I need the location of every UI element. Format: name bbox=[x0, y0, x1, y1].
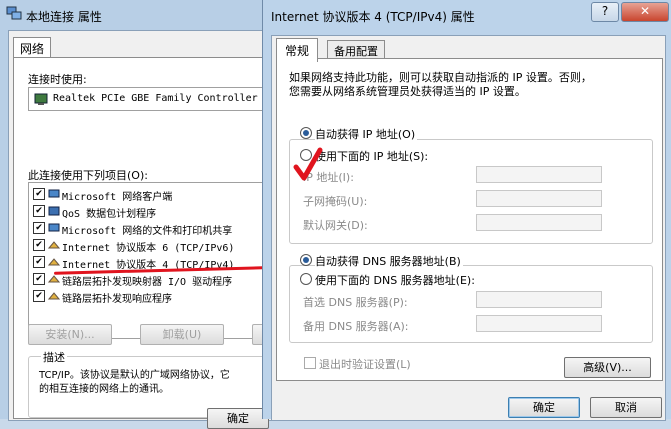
adapter-name: Realtek PCIe GBE Family Controller bbox=[53, 93, 258, 104]
cancel-button[interactable]: 取消 bbox=[590, 397, 662, 418]
network-tab-panel: 连接时使用: Realtek PCIe GBE Family Controlle… bbox=[13, 57, 284, 419]
item-checkbox[interactable]: ✔ bbox=[33, 273, 45, 285]
protocol-icon bbox=[47, 239, 61, 254]
components-list[interactable]: ✔ Microsoft 网络客户端 ✔ QoS 数据包计划程序 ✔ Micros… bbox=[28, 182, 272, 339]
item-label: Microsoft 网络的文件和打印机共享 bbox=[62, 226, 233, 237]
close-button[interactable]: ✕ bbox=[621, 2, 669, 22]
uninstall-button[interactable]: 卸载(U) bbox=[140, 324, 224, 345]
item-checkbox[interactable]: ✔ bbox=[33, 256, 45, 268]
preferred-dns-field[interactable] bbox=[476, 291, 602, 308]
description-text-line2: 的相互连接的网络上的通讯。 bbox=[39, 384, 169, 395]
subnet-mask-label: 子网掩码(U): bbox=[303, 195, 368, 208]
validate-label: 退出时验证设置(L) bbox=[319, 358, 411, 371]
network-connection-icon bbox=[6, 6, 22, 20]
help-button[interactable]: ? bbox=[591, 2, 619, 22]
alternate-dns-field[interactable] bbox=[476, 315, 602, 332]
auto-ip-radio[interactable] bbox=[300, 127, 312, 139]
default-gateway-field[interactable] bbox=[476, 214, 602, 231]
item-checkbox[interactable]: ✔ bbox=[33, 188, 45, 200]
ok-button[interactable]: 确定 bbox=[508, 397, 580, 418]
manual-dns-label[interactable]: 使用下面的 DNS 服务器地址(E): bbox=[315, 272, 477, 288]
auto-dns-radio[interactable] bbox=[300, 254, 312, 266]
protocol-icon bbox=[47, 273, 61, 288]
ip-address-field[interactable] bbox=[476, 166, 602, 183]
intro-text-line2: 您需要从网络系统管理员处获得适当的 IP 设置。 bbox=[289, 85, 526, 98]
adapter-icon bbox=[34, 92, 48, 109]
back-window-title: 本地连接 属性 bbox=[26, 10, 102, 24]
item-label: 链路层拓扑发现响应程序 bbox=[62, 294, 172, 305]
item-label: 链路层拓扑发现映射器 I/O 驱动程序 bbox=[62, 277, 233, 288]
preferred-dns-label: 首选 DNS 服务器(P): bbox=[303, 296, 408, 309]
red-checkmark-annotation bbox=[293, 147, 323, 181]
file-share-icon bbox=[48, 222, 60, 237]
tab-network[interactable]: 网络 bbox=[13, 37, 52, 59]
alternate-dns-label: 备用 DNS 服务器(A): bbox=[303, 320, 409, 333]
item-checkbox[interactable]: ✔ bbox=[33, 205, 45, 217]
front-window-body: 常规 备用配置 如果网络支持此功能，则可以获取自动指派的 IP 设置。否则， 您… bbox=[271, 35, 666, 421]
connect-using-label: 连接时使用: bbox=[28, 73, 87, 86]
items-label: 此连接使用下列项目(O): bbox=[28, 169, 148, 182]
advanced-button[interactable]: 高级(V)... bbox=[564, 357, 651, 378]
auto-ip-label[interactable]: 自动获得 IP 地址(O) bbox=[315, 126, 418, 142]
item-label: Internet 协议版本 6 (TCP/IPv6) bbox=[62, 243, 235, 254]
back-window-local-connection: 本地连接 属性 网络 连接时使用: Realtek PCIe GBE Famil… bbox=[0, 0, 284, 429]
description-text-line1: TCP/IP。该协议是默认的广域网络协议，它 bbox=[39, 370, 230, 381]
item-checkbox[interactable]: ✔ bbox=[33, 222, 45, 234]
general-tab-panel: 如果网络支持此功能，则可以获取自动指派的 IP 设置。否则， 您需要从网络系统管… bbox=[276, 58, 663, 381]
front-window-title: Internet 协议版本 4 (TCP/IPv4) 属性 bbox=[271, 10, 475, 24]
back-window-body: 网络 连接时使用: Realtek PCIe GBE Family Contro… bbox=[8, 30, 284, 429]
manual-ip-label[interactable]: 使用下面的 IP 地址(S): bbox=[315, 148, 431, 164]
description-label: 描述 bbox=[41, 349, 67, 365]
install-button[interactable]: 安装(N)... bbox=[28, 324, 112, 345]
item-checkbox[interactable]: ✔ bbox=[33, 290, 45, 302]
adapter-box[interactable]: Realtek PCIe GBE Family Controller bbox=[28, 87, 272, 111]
default-gateway-label: 默认网关(D): bbox=[303, 219, 368, 232]
front-window-ipv4-properties: Internet 协议版本 4 (TCP/IPv4) 属性 ? ✕ 常规 备用配… bbox=[262, 0, 671, 421]
subnet-mask-field[interactable] bbox=[476, 190, 602, 207]
item-checkbox[interactable]: ✔ bbox=[33, 239, 45, 251]
item-label: QoS 数据包计划程序 bbox=[62, 209, 157, 220]
manual-dns-radio[interactable] bbox=[300, 273, 312, 285]
protocol-icon bbox=[47, 256, 61, 271]
network-client-icon bbox=[48, 188, 60, 203]
tab-general[interactable]: 常规 bbox=[276, 38, 319, 62]
qos-icon bbox=[48, 205, 60, 220]
protocol-icon bbox=[47, 290, 61, 305]
validate-checkbox[interactable] bbox=[304, 357, 316, 369]
auto-dns-label[interactable]: 自动获得 DNS 服务器地址(B) bbox=[315, 253, 463, 269]
item-label: Microsoft 网络客户端 bbox=[62, 192, 173, 203]
